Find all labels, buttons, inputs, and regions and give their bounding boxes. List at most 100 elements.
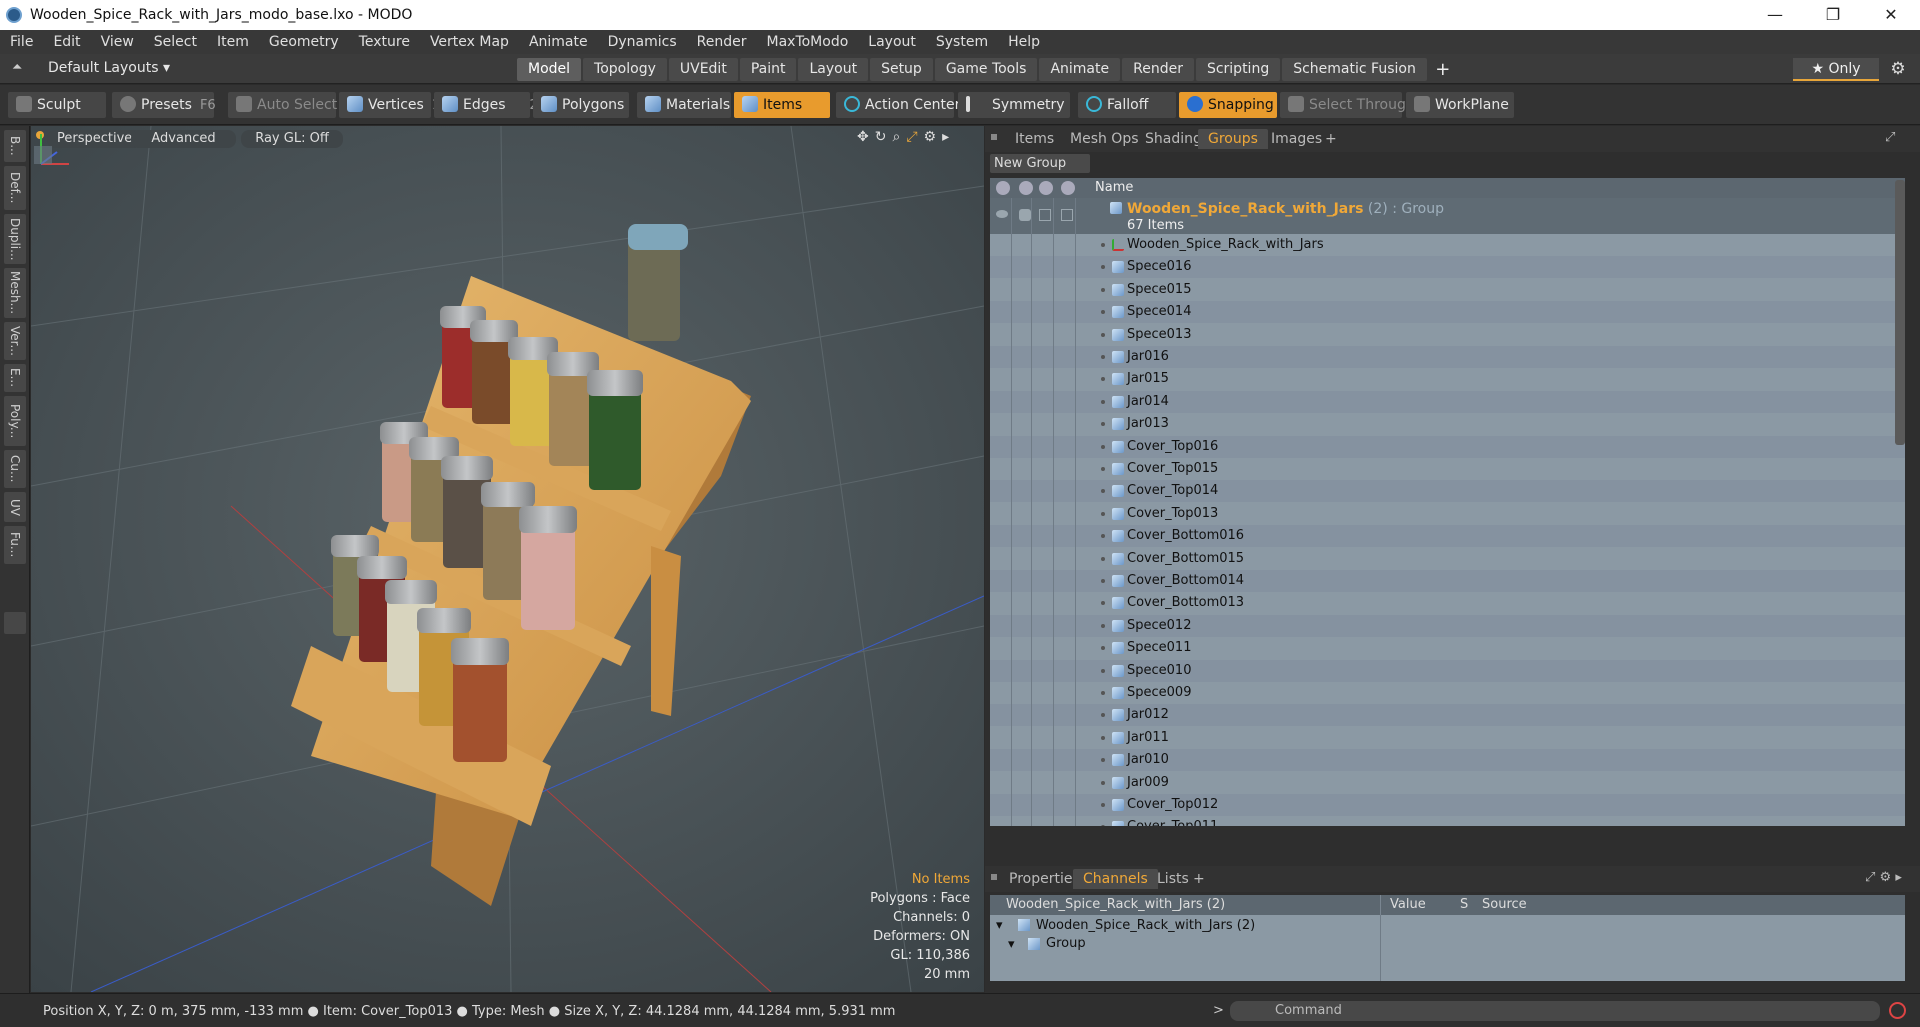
menu-vertex-map[interactable]: Vertex Map (420, 34, 519, 50)
list-item[interactable]: Spece011 (990, 637, 1905, 659)
tab-game-tools[interactable]: Game Tools (934, 58, 1038, 81)
bottom-panel-expand-icon[interactable]: ⤢ ⚙ ▸ (1865, 870, 1902, 885)
expand-arrow-icon[interactable]: ▾ (1008, 937, 1015, 952)
collapse-arrow-icon[interactable]: ⏶ (12, 60, 22, 75)
groups-scrollbar[interactable] (1895, 180, 1905, 445)
list-item[interactable]: Jar010 (990, 749, 1905, 772)
menu-maxtomodo[interactable]: MaxToModo (757, 34, 859, 50)
lock-checkbox[interactable] (1039, 209, 1051, 221)
menu-help[interactable]: Help (998, 34, 1050, 50)
lefttab-polygon[interactable]: Poly... (4, 396, 26, 446)
menu-edit[interactable]: Edit (43, 34, 90, 50)
menu-render[interactable]: Render (687, 34, 757, 50)
bottom-panel-menu-icon[interactable] (991, 874, 997, 880)
default-layouts-dropdown[interactable]: Default Layouts ▾ (48, 60, 170, 76)
menu-select[interactable]: Select (144, 34, 207, 50)
list-item[interactable]: Spece010 (990, 659, 1905, 682)
tab-model[interactable]: Model (517, 58, 582, 81)
add-panel-tab-button[interactable]: + (1315, 129, 1347, 149)
panel-expand-icon[interactable]: ⤢ (1885, 130, 1895, 145)
lefttab-edge[interactable]: E... (4, 364, 26, 392)
tab-animate[interactable]: Animate (1039, 58, 1121, 81)
gear-icon[interactable]: ⚙ (1885, 58, 1911, 81)
menu-animate[interactable]: Animate (519, 34, 598, 50)
3d-viewport[interactable]: Perspective Advanced Ray GL: Off ✥ ↻ ⌕ ⤢… (31, 126, 984, 992)
list-item[interactable]: Jar014 (990, 390, 1905, 413)
lefttab-curve[interactable]: Cu... (4, 450, 26, 488)
eye-icon[interactable] (996, 210, 1008, 218)
tab-layout[interactable]: Layout (798, 58, 869, 81)
list-item[interactable]: Cover_Top012 (990, 794, 1905, 816)
list-item[interactable]: Cover_Bottom013 (990, 592, 1905, 614)
new-group-button[interactable]: New Group (990, 154, 1090, 173)
list-item[interactable]: Cover_Top011 (990, 816, 1905, 826)
list-item[interactable]: Cover_Top014 (990, 480, 1905, 503)
lefttab-expand[interactable] (4, 612, 26, 634)
workplane-button[interactable]: WorkPlane (1406, 92, 1514, 118)
presets-button[interactable]: Presets F6 (112, 92, 216, 118)
tab-render[interactable]: Render (1122, 58, 1194, 81)
tab-groups[interactable]: Groups (1198, 129, 1268, 149)
list-item[interactable]: Spece009 (990, 682, 1905, 704)
menu-system[interactable]: System (926, 34, 998, 50)
select-checkbox[interactable] (1061, 209, 1073, 221)
list-item[interactable]: Cover_Bottom016 (990, 525, 1905, 548)
list-item[interactable]: Spece016 (990, 256, 1905, 279)
symmetry-button[interactable]: Symmetry (958, 92, 1070, 118)
list-item[interactable]: Cover_Bottom014 (990, 570, 1905, 592)
menu-geometry[interactable]: Geometry (259, 34, 349, 50)
panel-menu-icon[interactable] (991, 134, 997, 140)
select-col-icon[interactable] (1061, 181, 1075, 195)
tab-items[interactable]: Items (1005, 129, 1064, 149)
falloff-button[interactable]: Falloff (1078, 92, 1176, 118)
lefttab-deform[interactable]: Def... (4, 166, 26, 210)
sculpt-button[interactable]: Sculpt (8, 92, 106, 118)
maximize-button[interactable]: ❐ (1804, 0, 1862, 30)
tab-uvedit[interactable]: UVEdit (668, 58, 738, 81)
tab-topology[interactable]: Topology (583, 58, 667, 81)
list-item[interactable]: Jar015 (990, 368, 1905, 390)
edges-button[interactable]: Edges2 (434, 92, 538, 118)
record-icon[interactable] (1889, 1002, 1906, 1019)
materials-button[interactable]: Materials (637, 92, 731, 118)
lefttab-vertex[interactable]: Ver... (4, 322, 26, 360)
menu-layout[interactable]: Layout (858, 34, 926, 50)
menu-dynamics[interactable]: Dynamics (598, 34, 687, 50)
list-item[interactable]: Spece014 (990, 301, 1905, 324)
action-center-button[interactable]: Action Center (836, 92, 960, 118)
only-button[interactable]: ★ Only (1793, 58, 1879, 81)
raygl-toggle[interactable]: Ray GL: Off (241, 130, 343, 148)
minimize-button[interactable]: — (1746, 0, 1804, 30)
group-row[interactable]: Wooden_Spice_Rack_with_Jars (2) : Group … (990, 198, 1905, 234)
lefttab-mesh-edit[interactable]: Mesh... (4, 268, 26, 318)
menu-texture[interactable]: Texture (349, 34, 420, 50)
add-tab-button[interactable]: + (1429, 58, 1457, 81)
lefttab-uv[interactable]: UV (4, 492, 26, 522)
list-item[interactable]: Cover_Top013 (990, 503, 1905, 525)
menu-file[interactable]: File (0, 34, 43, 50)
list-item[interactable]: Jar012 (990, 704, 1905, 727)
visibility-col-icon[interactable] (996, 181, 1010, 195)
rotate-icon[interactable]: ↻ (875, 129, 887, 145)
shading-advanced-button[interactable]: Advanced (131, 130, 236, 148)
fit-icon[interactable]: ⤢ (906, 129, 917, 145)
vertices-button[interactable]: Vertices1 (339, 92, 440, 118)
render-col-icon[interactable] (1019, 181, 1033, 195)
close-button[interactable]: ✕ (1862, 0, 1920, 30)
list-item[interactable]: Spece013 (990, 324, 1905, 346)
list-item[interactable]: Spece012 (990, 614, 1905, 637)
tab-channels[interactable]: Channels (1073, 869, 1158, 889)
viewport-settings-icon[interactable]: ⚙ (924, 129, 937, 145)
list-item[interactable]: Cover_Top015 (990, 458, 1905, 480)
viewport-expand-icon[interactable]: ▸ (942, 129, 949, 145)
list-item[interactable]: Cover_Top016 (990, 435, 1905, 458)
items-button[interactable]: Items (734, 92, 830, 118)
channels-row-type[interactable]: Group (1046, 936, 1086, 951)
menu-item[interactable]: Item (207, 34, 259, 50)
tab-schematic-fusion[interactable]: Schematic Fusion (1282, 58, 1427, 81)
select-through-button[interactable]: Select Through (1280, 92, 1415, 118)
tab-scripting[interactable]: Scripting (1195, 58, 1281, 81)
polygons-button[interactable]: Polygons (533, 92, 629, 118)
tab-paint[interactable]: Paint (739, 58, 797, 81)
list-item[interactable]: Jar013 (990, 413, 1905, 435)
